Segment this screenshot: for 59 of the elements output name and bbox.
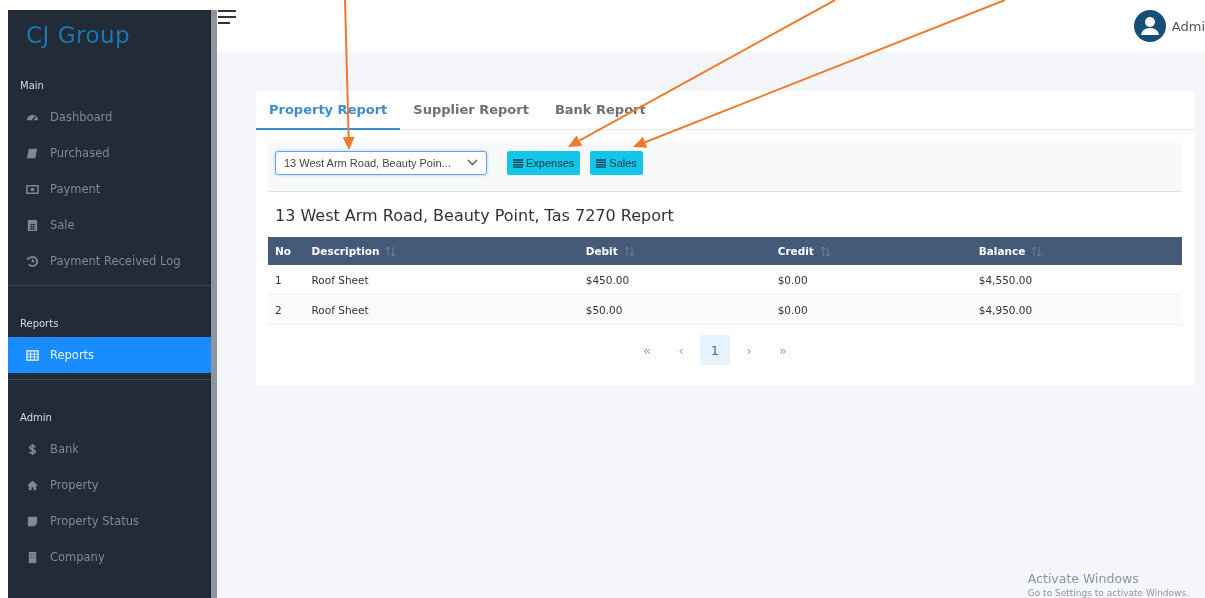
building-icon: [26, 550, 39, 564]
windows-activation-notice: Activate Windows Go to Settings to activate Windows.: [1027, 571, 1189, 598]
table-cell: $4,550.00: [971, 265, 1182, 295]
page-link[interactable]: 1: [700, 335, 730, 365]
table-cell: $50.00: [578, 294, 771, 325]
user-avatar-icon[interactable]: [1133, 10, 1166, 42]
sort-icon[interactable]: [623, 246, 635, 258]
column-header[interactable]: Balance: [971, 237, 1182, 265]
property-select[interactable]: 13 West Arm Road, Beauty Poin...: [275, 151, 487, 175]
column-header[interactable]: Credit: [770, 237, 972, 265]
sort-icon[interactable]: [819, 246, 831, 258]
table-cell: Roof Sheet: [304, 294, 579, 325]
user-name[interactable]: Admi: [1171, 18, 1205, 34]
table-cell: 1: [268, 265, 305, 295]
list-icon: [596, 158, 607, 168]
page-link[interactable]: «: [632, 335, 662, 365]
section-label: Reports: [19, 317, 60, 331]
report-button[interactable]: Expenses: [507, 151, 581, 175]
sidebar-item[interactable]: Purchased: [8, 135, 211, 171]
sidebar-item[interactable]: Property Status: [8, 503, 211, 539]
sidebar-item[interactable]: Reports: [8, 337, 211, 373]
page-link[interactable]: »: [768, 335, 798, 365]
sort-icon[interactable]: [385, 246, 397, 258]
table-cell: $4,950.00: [971, 294, 1182, 325]
report-title: 13 West Arm Road, Beauty Point, Tas 7270 Report: [275, 206, 675, 225]
sidebar-item[interactable]: Sale: [8, 207, 211, 243]
sidebar-item[interactable]: Bank: [8, 431, 211, 467]
menu-icon[interactable]: [218, 9, 236, 25]
column-header[interactable]: Debit: [578, 237, 771, 265]
dollar-icon: [26, 442, 39, 456]
column-header[interactable]: No: [268, 237, 305, 265]
column-header[interactable]: Description: [304, 237, 579, 265]
book-icon: [26, 146, 39, 160]
sidebar-item[interactable]: Payment Received Log: [8, 243, 211, 279]
table-cell: 2: [268, 294, 305, 325]
section-label: Main: [19, 79, 45, 93]
tab[interactable]: Supplier Report: [400, 91, 542, 130]
table-cell: Roof Sheet: [304, 265, 579, 295]
note-icon: [26, 514, 39, 528]
list-icon: [513, 158, 523, 168]
sidebar-item[interactable]: Property: [8, 467, 211, 503]
page-link[interactable]: ›: [734, 335, 764, 365]
sidebar-item[interactable]: Dashboard: [8, 99, 211, 135]
chevron-down-icon: [467, 159, 478, 167]
table-cell: $450.00: [578, 265, 771, 295]
history-icon: [26, 254, 39, 268]
sidebar-item[interactable]: Payment: [8, 171, 211, 207]
home-icon: [26, 478, 39, 492]
sort-icon[interactable]: [1031, 246, 1043, 258]
page-link[interactable]: ‹: [666, 335, 696, 365]
table-cell: $0.00: [770, 265, 972, 295]
report-button[interactable]: Sales: [590, 151, 643, 175]
section-label: Admin: [19, 411, 53, 425]
calculator-icon: [26, 218, 39, 232]
sidebar-item[interactable]: Company: [8, 539, 211, 575]
banknote-icon: [26, 182, 39, 196]
table-icon: [26, 348, 39, 362]
logo-text: CJ Group: [25, 21, 132, 50]
table-cell: $0.00: [770, 294, 972, 325]
